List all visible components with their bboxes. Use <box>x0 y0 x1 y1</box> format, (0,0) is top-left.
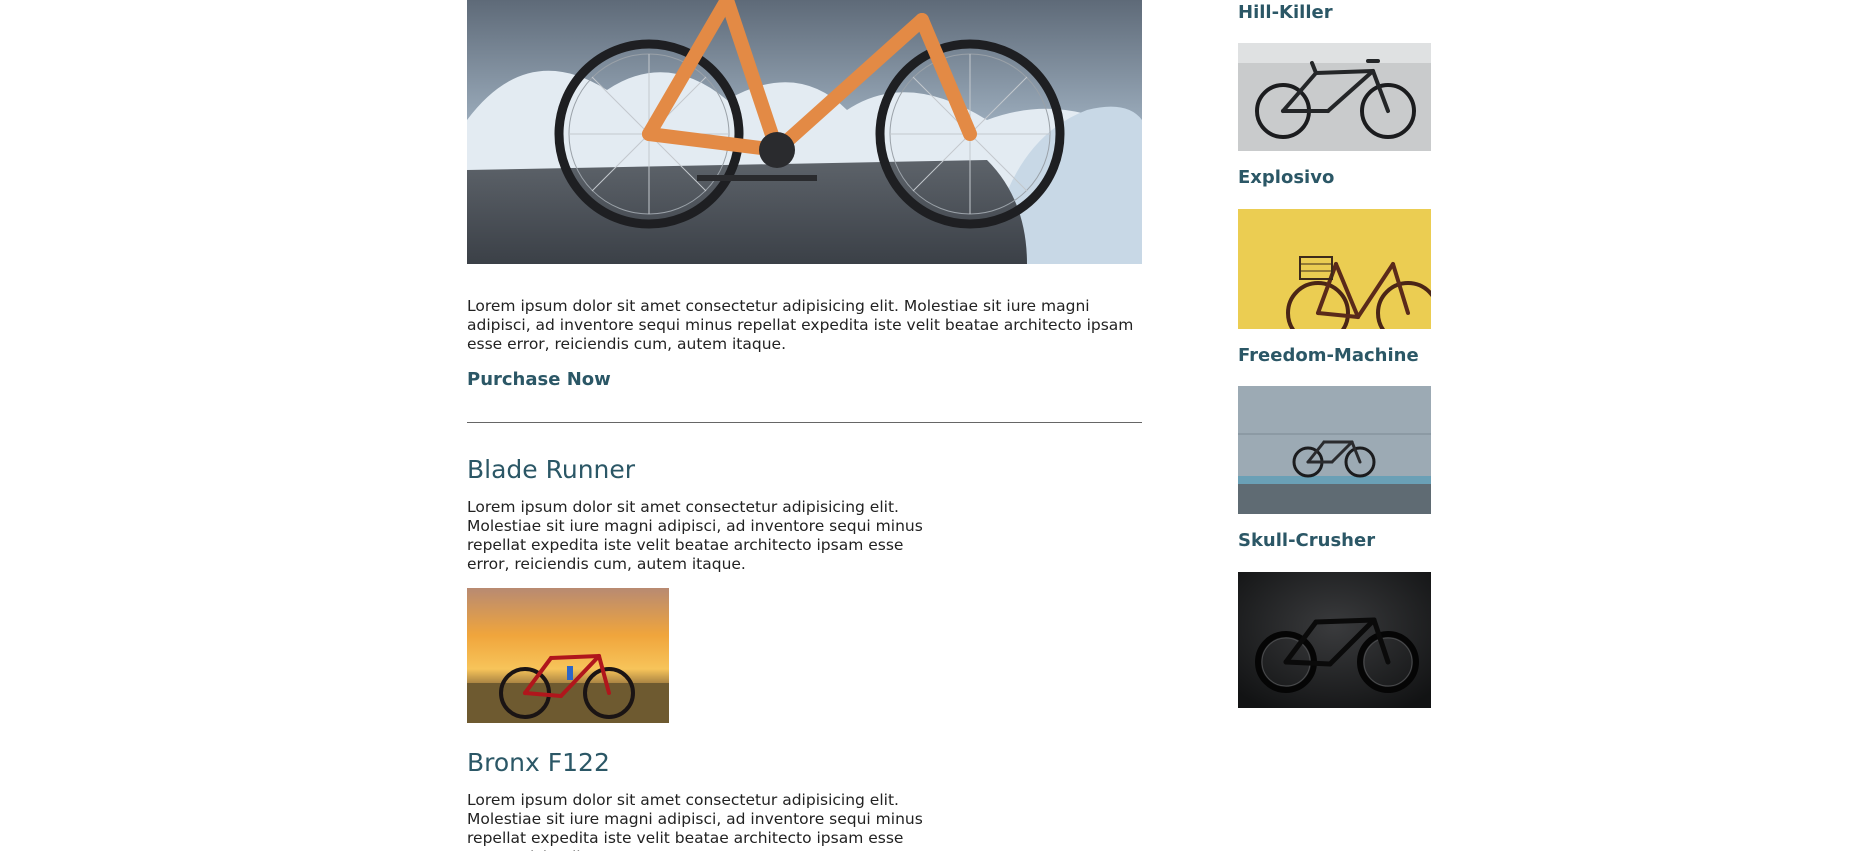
basket-bike-photo[interactable] <box>1238 209 1431 329</box>
featured-bike-image <box>467 0 1142 264</box>
sidebar-item-title[interactable]: Skull-Crusher <box>1238 530 1438 552</box>
sidebar-item: Explosivo <box>1238 167 1438 189</box>
product-description: Lorem ipsum dolor sit amet consectetur a… <box>467 498 923 573</box>
product-title[interactable]: Bronx F122 <box>467 748 927 778</box>
sidebar-item: Hill-Killer <box>1238 2 1438 24</box>
product-title[interactable]: Blade Runner <box>467 455 927 485</box>
sidebar-item-title[interactable]: Hill-Killer <box>1238 2 1438 24</box>
sidebar-item-title[interactable]: Explosivo <box>1238 167 1438 189</box>
product-card: Bronx F122 Lorem ipsum dolor sit amet co… <box>467 748 927 851</box>
black-road-bike-photo[interactable] <box>1238 572 1431 708</box>
page: Lorem ipsum dolor sit amet consectetur a… <box>0 0 1875 851</box>
sidebar-item-title[interactable]: Freedom-Machine <box>1238 345 1438 367</box>
section-divider <box>467 422 1142 423</box>
bike-against-wall-photo[interactable] <box>1238 386 1431 514</box>
commuter-bike-photo[interactable] <box>1238 43 1431 151</box>
purchase-now-link[interactable]: Purchase Now <box>467 369 611 390</box>
featured-description: Lorem ipsum dolor sit amet consectetur a… <box>467 297 1134 353</box>
sidebar-item: Skull-Crusher <box>1238 530 1438 552</box>
sidebar-item: Freedom-Machine <box>1238 345 1438 367</box>
product-card: Blade Runner Lorem ipsum dolor sit amet … <box>467 455 927 723</box>
main-column: Lorem ipsum dolor sit amet consectetur a… <box>467 0 1142 851</box>
product-description: Lorem ipsum dolor sit amet consectetur a… <box>467 791 923 851</box>
bike-at-sunset-photo <box>467 588 669 723</box>
